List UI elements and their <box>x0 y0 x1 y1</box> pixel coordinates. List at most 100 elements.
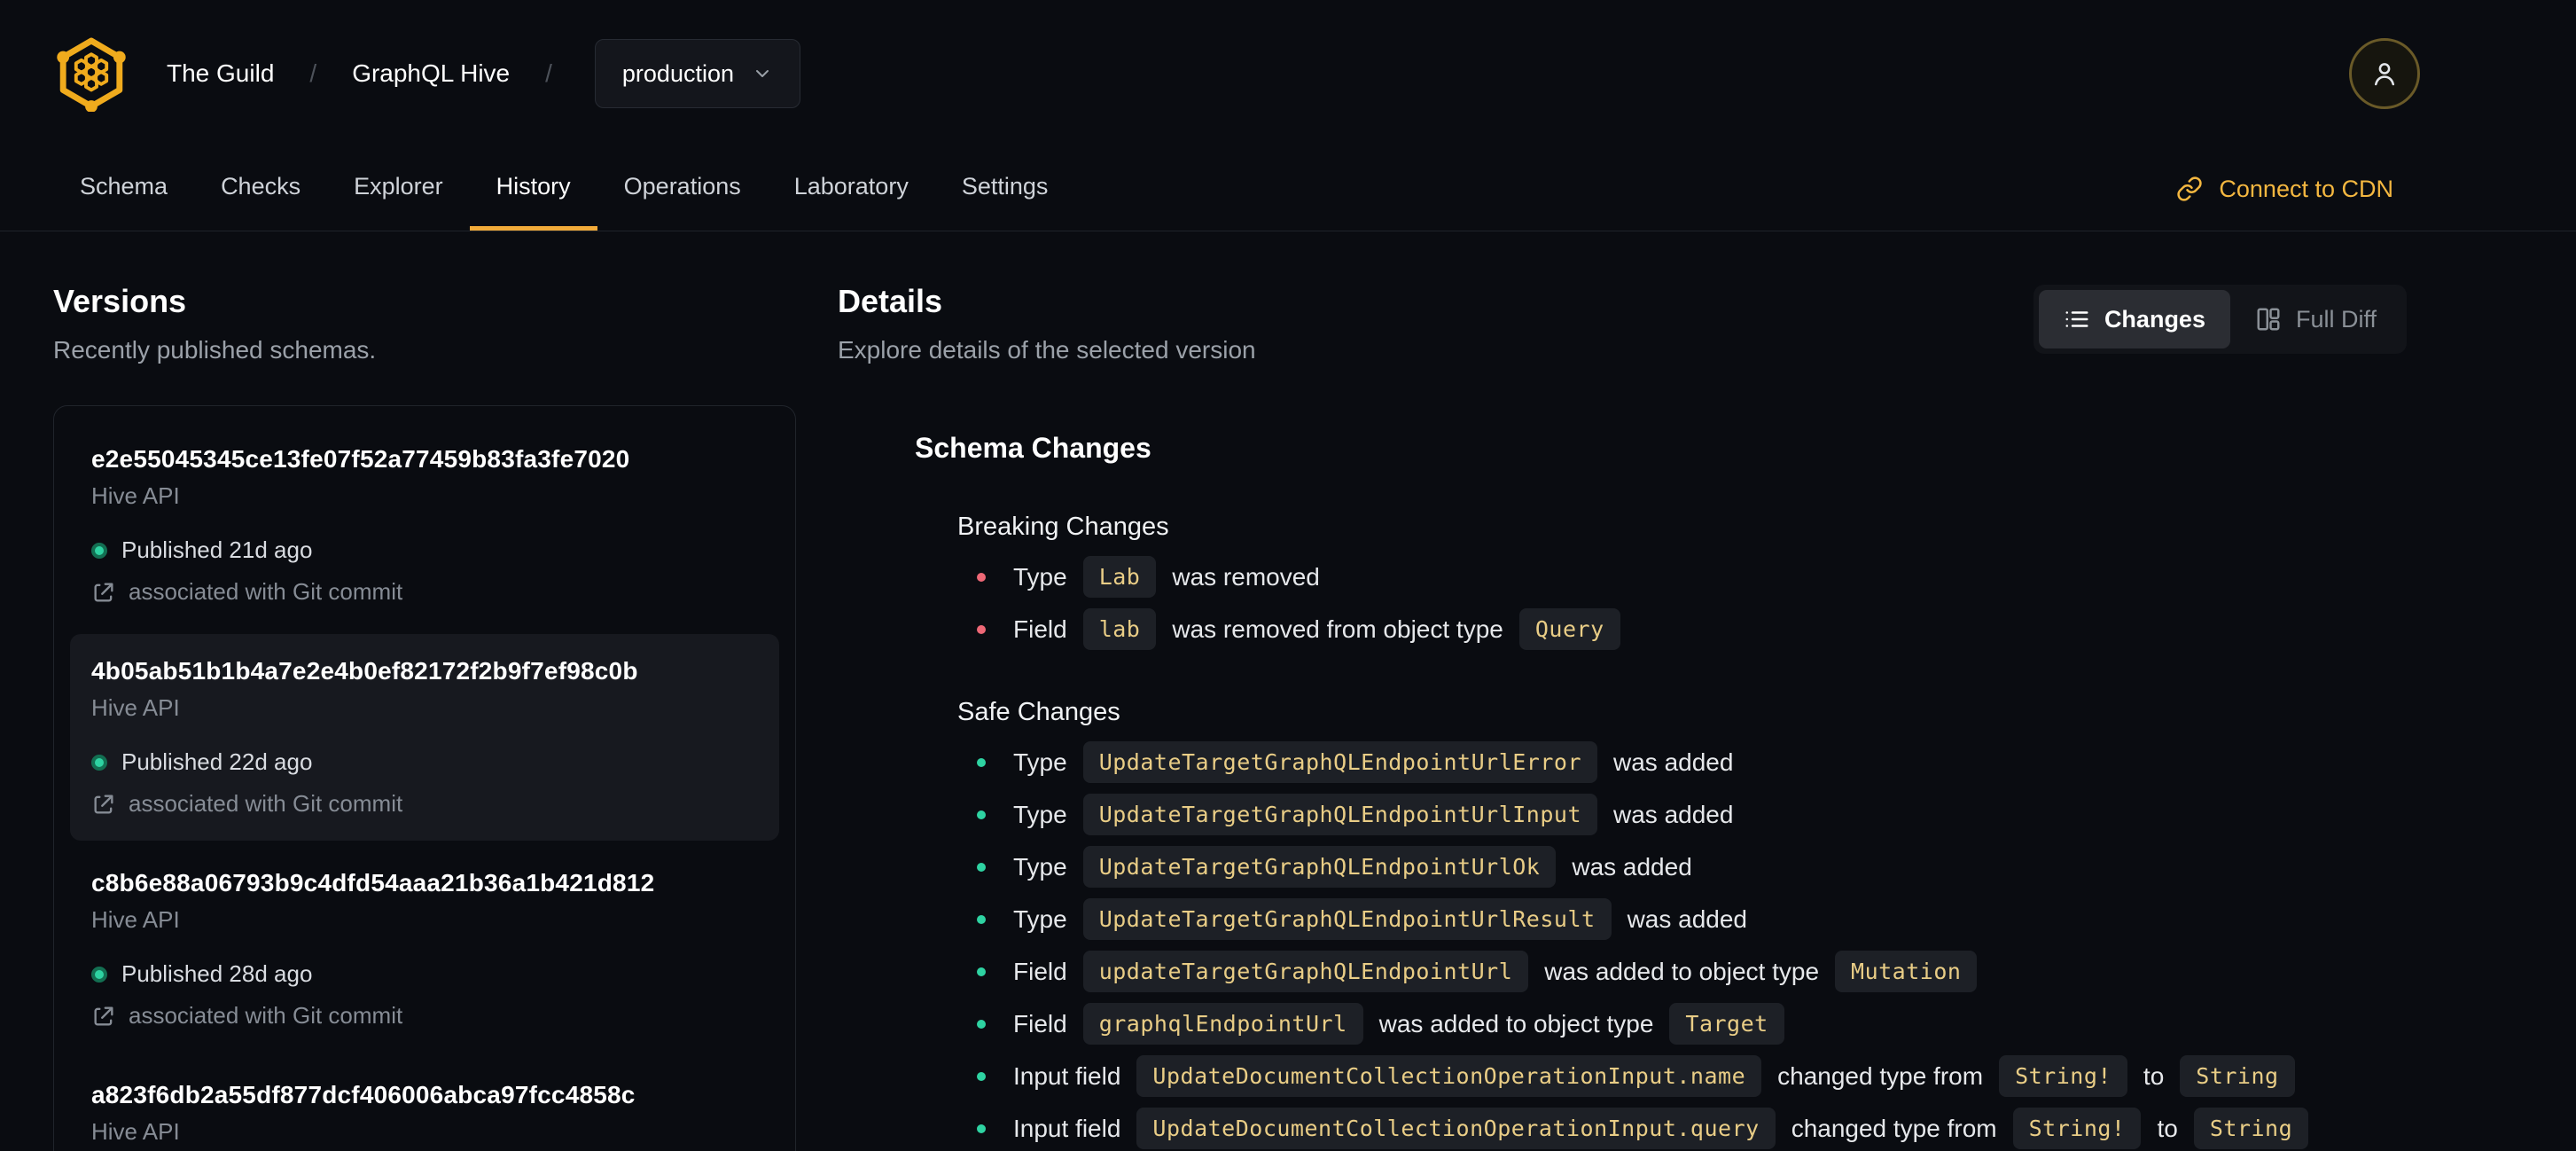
changes-view-label: Changes <box>2104 305 2205 333</box>
code-chip: String! <box>2012 1108 2142 1149</box>
tab-checks[interactable]: Checks <box>194 147 327 231</box>
safe-bullet-icon <box>977 914 986 924</box>
safe-bullet-icon <box>977 810 986 819</box>
chevron-down-icon <box>756 70 769 77</box>
change-group-title: Breaking Changes <box>957 513 1169 541</box>
code-chip: String <box>2180 1055 2295 1097</box>
change-text: Field <box>1013 1009 1067 1037</box>
code-chip: UpdateTargetGraphQLEndpointUrlInput <box>1082 794 1597 835</box>
version-hash: a823f6db2a55df877dcf406006abca97fcc4858c <box>91 1081 636 1108</box>
hive-logo-icon[interactable] <box>53 35 129 112</box>
change-text: Type <box>1013 904 1067 933</box>
change-text: Field <box>1013 615 1067 643</box>
safe-bullet-icon <box>977 1019 986 1029</box>
safe-bullet-icon <box>977 967 986 976</box>
code-chip: graphqlEndpointUrl <box>1082 1003 1363 1045</box>
full-diff-view-label: Full Diff <box>2295 305 2377 333</box>
published-dot-icon <box>91 542 107 559</box>
version-publish-status: Published 21d ago <box>91 536 758 564</box>
change-text: to <box>2143 1061 2165 1090</box>
change-text: changed type from <box>1777 1061 1984 1090</box>
change-text: was added <box>1613 748 1734 776</box>
user-icon <box>2374 63 2395 86</box>
version-list: e2e55045345ce13fe07f52a77459b83fa3fe7020… <box>53 405 796 1151</box>
published-dot-icon <box>91 754 107 771</box>
code-chip: Query <box>1518 608 1620 650</box>
safe-bullet-icon <box>977 1071 986 1081</box>
version-service-name: Hive API <box>91 906 180 933</box>
list-icon <box>2065 311 2088 327</box>
tab-explorer[interactable]: Explorer <box>327 147 470 231</box>
version-hash: c8b6e88a06793b9c4dfd54aaa21b36a1b421d812 <box>91 869 655 897</box>
top-bar: The Guild / GraphQL Hive / production <box>0 0 2576 147</box>
full-diff-view-button[interactable]: Full Diff <box>2230 290 2401 348</box>
user-avatar-button[interactable] <box>2349 38 2420 109</box>
git-commit-link[interactable]: associated with Git commit <box>91 790 758 818</box>
version-card[interactable]: e2e55045345ce13fe07f52a77459b83fa3fe7020… <box>70 422 779 629</box>
published-text: Published 21d ago <box>121 536 313 563</box>
tab-laboratory[interactable]: Laboratory <box>768 147 935 231</box>
code-chip: UpdateTargetGraphQLEndpointUrlError <box>1082 741 1597 783</box>
change-text: Type <box>1013 852 1067 881</box>
change-row: Field lab was removed from object type Quer… <box>957 608 2407 650</box>
code-chip: UpdateDocumentCollectionOperationInput.q… <box>1136 1108 1776 1149</box>
view-mode-toggle: Changes Full Diff <box>2033 285 2407 354</box>
details-header: Details Explore details of the selected … <box>838 283 2407 364</box>
change-text: Type <box>1013 748 1067 776</box>
change-row: Type Lab was removed <box>957 556 2407 598</box>
connect-to-cdn-label: Connect to CDN <box>2219 175 2393 202</box>
code-chip: Target <box>1669 1003 1784 1045</box>
tab-settings[interactable]: Settings <box>935 147 1075 231</box>
external-link-icon <box>94 1006 113 1025</box>
schema-changes-title: Schema Changes <box>915 432 1151 464</box>
breadcrumb-separator: / <box>309 59 317 87</box>
change-row: Input field UpdateDocumentCollectionOpera… <box>957 1108 2407 1149</box>
change-row: Type UpdateTargetGraphQLEndpointUrlResult… <box>957 898 2407 940</box>
details-heading-block: Details Explore details of the selected … <box>838 283 1256 364</box>
tab-schema[interactable]: Schema <box>53 147 194 231</box>
nav-tabs: Schema Checks Explorer History Operations Lab… <box>53 147 1074 231</box>
tab-history[interactable]: History <box>469 147 597 231</box>
change-text: was added <box>1627 904 1747 933</box>
change-text: changed type from <box>1791 1114 1997 1142</box>
version-service-name: Hive API <box>91 694 180 721</box>
git-commit-link[interactable]: associated with Git commit <box>91 1002 758 1030</box>
changes-view-button[interactable]: Changes <box>2038 290 2230 348</box>
published-text: Published 22d ago <box>121 748 313 775</box>
change-text: Field <box>1013 957 1067 985</box>
main-content: Versions Recently published schemas. e2e… <box>0 231 2576 1151</box>
change-text: to <box>2157 1114 2178 1142</box>
versions-title: Versions <box>53 283 187 319</box>
details-title: Details <box>838 283 943 319</box>
change-text: was removed <box>1172 562 1320 591</box>
git-commit-text: associated with Git commit <box>129 1002 403 1029</box>
change-row: Type UpdateTargetGraphQLEndpointUrlInput w… <box>957 794 2407 835</box>
version-publish-status: Published 28d ago <box>91 960 758 988</box>
change-group-rows: Type UpdateTargetGraphQLEndpointUrlError w… <box>957 741 2407 1149</box>
connect-to-cdn-link[interactable]: Connect to CDN <box>2176 147 2393 231</box>
change-text: was added <box>1613 800 1734 828</box>
change-text: Input field <box>1013 1061 1121 1090</box>
git-commit-link[interactable]: associated with Git commit <box>91 578 758 606</box>
details-panel: Details Explore details of the selected … <box>796 283 2576 1149</box>
project-nav: Schema Checks Explorer History Operations Lab… <box>0 147 2576 231</box>
details-subtitle: Explore details of the selected version <box>838 336 1256 364</box>
change-group: Breaking Changes Type Lab was removed Field… <box>957 513 2407 650</box>
code-chip: String <box>2193 1108 2309 1149</box>
breadcrumb-project[interactable]: GraphQL Hive <box>352 59 510 88</box>
target-selector-dropdown[interactable]: production <box>594 39 800 108</box>
change-group-title: Safe Changes <box>957 698 1120 726</box>
breaking-bullet-icon <box>977 572 986 582</box>
version-hash: e2e55045345ce13fe07f52a77459b83fa3fe7020 <box>91 445 630 473</box>
version-card[interactable]: c8b6e88a06793b9c4dfd54aaa21b36a1b421d812… <box>70 846 779 1053</box>
version-card[interactable]: 4b05ab51b1b4a7e2e4b0ef82172f2b9f7ef98c0b… <box>70 634 779 841</box>
git-commit-text: associated with Git commit <box>129 790 403 817</box>
version-card[interactable]: a823f6db2a55df877dcf406006abca97fcc4858c… <box>70 1058 779 1151</box>
change-row: Type UpdateTargetGraphQLEndpointUrlOk was … <box>957 846 2407 888</box>
breadcrumb-org[interactable]: The Guild <box>167 59 274 88</box>
code-chip: UpdateTargetGraphQLEndpointUrlResult <box>1082 898 1612 940</box>
tab-operations[interactable]: Operations <box>597 147 768 231</box>
version-service-name: Hive API <box>91 1118 180 1145</box>
version-service-name: Hive API <box>91 482 180 509</box>
target-selector-value: production <box>621 59 734 87</box>
